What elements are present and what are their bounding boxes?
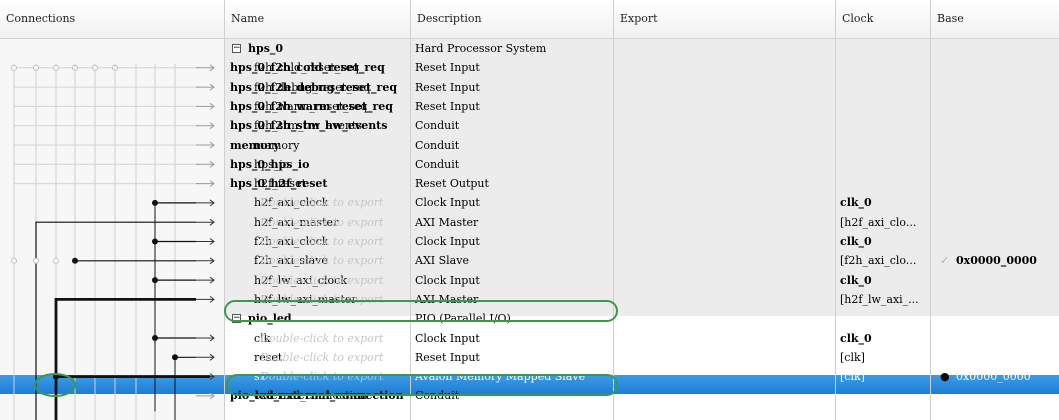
export-placeholder[interactable]: Double-click to export: [260, 251, 475, 270]
clock-value[interactable]: [h2f_axi_clo...: [840, 213, 930, 232]
header-export[interactable]: Export: [614, 0, 836, 38]
export-name[interactable]: hps_0_h2f_reset: [230, 174, 445, 193]
interface-description: Hard Processor System: [415, 42, 547, 55]
export-placeholder[interactable]: Double-click to export: [260, 193, 475, 212]
interface-row[interactable]: h2f_lw_axi_clock Clock Input Double-click …: [224, 271, 1059, 290]
base-address[interactable]: 0x0000_0000: [956, 367, 1056, 386]
interface-row[interactable]: h2f_axi_clock Clock Input Double-click to …: [224, 193, 1059, 212]
open-connection-point[interactable]: [53, 257, 59, 264]
highlight-ring-h2f-lw-axi-master: [224, 300, 618, 322]
clock-value[interactable]: [clk]: [840, 367, 930, 386]
table-header: Connections Name Description Export Cloc…: [0, 0, 1059, 39]
interface-row[interactable]: reset Reset Input Double-click to export [c…: [224, 348, 1059, 367]
interface-description: Reset Output: [415, 177, 489, 191]
open-connection-point[interactable]: [92, 64, 98, 71]
open-connection-point[interactable]: [11, 257, 17, 264]
export-placeholder[interactable]: Double-click to export: [260, 329, 475, 348]
clock-value[interactable]: clk_0: [840, 271, 930, 290]
collapse-toggle-icon[interactable]: −: [232, 44, 241, 53]
interface-row[interactable]: hps_io Conduit hps_0_hps_io: [224, 155, 1059, 174]
highlight-ring-s1: [226, 374, 618, 396]
open-connection-point[interactable]: [11, 64, 17, 71]
interface-description: Conduit: [415, 119, 460, 133]
clock-value[interactable]: clk_0: [840, 193, 930, 212]
system-contents-panel: { "headers": { "connections": "Connectio…: [0, 0, 1059, 420]
clock-value[interactable]: clk_0: [840, 232, 930, 251]
open-connection-point[interactable]: [112, 64, 118, 71]
export-name[interactable]: hps_0_f2h_debug_reset_req: [230, 78, 445, 97]
clock-value[interactable]: [h2f_lw_axi_...: [840, 290, 930, 309]
unlock-icon[interactable]: ✓: [940, 251, 952, 270]
interface-description: Conduit: [415, 157, 460, 171]
interface-row[interactable]: h2f_axi_master AXI Master Double-click to …: [224, 213, 1059, 232]
header-name[interactable]: Name: [225, 0, 411, 38]
export-name[interactable]: hps_0_f2h_stm_hw_events: [230, 116, 445, 135]
export-placeholder[interactable]: Double-click to export: [260, 271, 475, 290]
interface-row[interactable]: f2h_warm_reset_req Reset Input hps_0_f2h_w…: [224, 97, 1059, 116]
header-description[interactable]: Description: [411, 0, 614, 38]
connection-dot[interactable]: [152, 238, 158, 245]
connection-dot[interactable]: [152, 199, 158, 206]
component-row[interactable]: − hps_0 Hard Processor System: [224, 39, 1059, 58]
header-connections[interactable]: Connections: [0, 0, 225, 38]
export-name[interactable]: hps_0_f2h_warm_reset_req: [230, 97, 445, 116]
interface-row[interactable]: h2f_reset Reset Output hps_0_h2f_reset: [224, 174, 1059, 193]
interface-row[interactable]: f2h_axi_slave AXI Slave Double-click to ex…: [224, 251, 1059, 270]
connection-dot[interactable]: [152, 277, 158, 284]
open-connection-point[interactable]: [72, 64, 78, 71]
interface-row[interactable]: f2h_stm_hw_events Conduit hps_0_f2h_stm_hw…: [224, 116, 1059, 135]
highlight-ring-connection-point: [34, 373, 76, 397]
header-base[interactable]: Base: [931, 0, 1059, 38]
header-clock[interactable]: Clock: [836, 0, 931, 38]
interface-row[interactable]: memory Conduit memory: [224, 136, 1059, 155]
base-address[interactable]: 0x0000_0000: [956, 251, 1056, 270]
interface-row[interactable]: clk Clock Input Double-click to export clk_…: [224, 329, 1059, 348]
export-placeholder[interactable]: Double-click to export: [260, 232, 475, 251]
clock-value[interactable]: clk_0: [840, 329, 930, 348]
interface-row[interactable]: f2h_cold_reset_req Reset Input hps_0_f2h_c…: [224, 58, 1059, 77]
interface-row[interactable]: f2h_debug_reset_req Reset Input hps_0_f2h_…: [224, 78, 1059, 97]
connection-dot[interactable]: [72, 257, 78, 264]
export-name[interactable]: memory: [230, 136, 445, 155]
export-placeholder[interactable]: Double-click to export: [260, 213, 475, 232]
interface-description: Reset Input: [415, 99, 480, 113]
connection-dot[interactable]: [152, 335, 158, 341]
export-name[interactable]: hps_0_hps_io: [230, 155, 445, 174]
lock-icon[interactable]: ●: [940, 367, 952, 386]
interface-row[interactable]: f2h_axi_clock Clock Input Double-click to …: [224, 232, 1059, 251]
component-name: hps_0: [248, 42, 284, 55]
open-connection-point[interactable]: [53, 64, 59, 71]
connection-dot[interactable]: [172, 354, 178, 361]
open-connection-point[interactable]: [33, 64, 39, 71]
clock-value[interactable]: [f2h_axi_clo...: [840, 251, 930, 270]
export-name[interactable]: hps_0_f2h_cold_reset_req: [230, 58, 445, 77]
connection-wires[interactable]: [0, 38, 224, 420]
export-placeholder[interactable]: Double-click to export: [260, 348, 475, 367]
interface-description: Conduit: [415, 138, 460, 152]
open-connection-point[interactable]: [33, 257, 39, 264]
interface-description: Reset Input: [415, 61, 480, 75]
interface-description: Reset Input: [415, 80, 480, 94]
clock-value[interactable]: [clk]: [840, 348, 930, 367]
